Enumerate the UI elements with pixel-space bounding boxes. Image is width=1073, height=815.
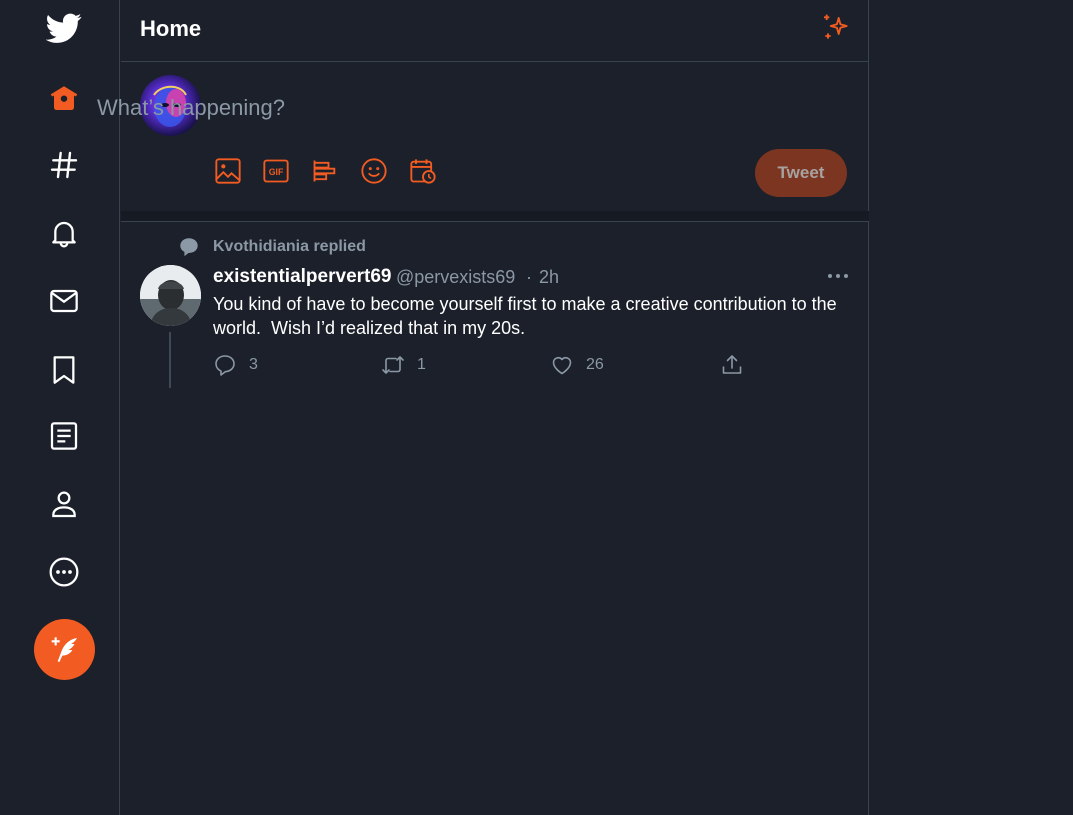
nav-explore[interactable] [32, 137, 96, 193]
bell-icon [52, 221, 76, 248]
schedule-icon[interactable] [409, 157, 437, 185]
envelope-icon [50, 289, 78, 313]
nav-lists[interactable] [32, 408, 96, 464]
retweet-button[interactable]: 1 [381, 351, 426, 379]
feather-plus-icon [51, 636, 77, 662]
svg-text:GIF: GIF [269, 167, 284, 177]
reply-count: 3 [249, 356, 258, 373]
speech-bubble-icon [180, 238, 198, 257]
compose-input[interactable] [95, 91, 699, 125]
retweet-count: 1 [417, 356, 426, 373]
hashtag-icon [50, 151, 78, 179]
home-icon [50, 86, 78, 110]
twitter-logo[interactable] [32, 0, 96, 56]
sparkle-icon[interactable] [820, 12, 852, 44]
share-icon [722, 355, 742, 374]
more-circle-icon [49, 557, 79, 587]
reply-icon [215, 355, 235, 376]
bird-icon [46, 13, 82, 43]
separator-dot: · [526, 267, 532, 287]
person-icon [52, 491, 76, 518]
nav-home[interactable] [32, 70, 96, 126]
like-count: 26 [586, 356, 604, 373]
gif-icon[interactable]: GIF [262, 157, 290, 185]
emoji-icon[interactable] [360, 157, 388, 185]
nav-notifications[interactable] [32, 205, 96, 261]
nav-bookmarks[interactable] [32, 342, 96, 398]
timeline-divider [121, 211, 869, 222]
poll-icon[interactable] [311, 157, 339, 185]
author-avatar-image [140, 265, 201, 326]
like-button[interactable]: 26 [550, 351, 604, 379]
tweet-button[interactable]: Tweet [755, 149, 847, 197]
nav-more[interactable] [32, 544, 96, 600]
author-handle[interactable]: @pervexists69 [396, 267, 515, 288]
list-icon [50, 422, 78, 450]
bookmark-icon [53, 356, 75, 384]
more-horizontal-icon[interactable] [826, 266, 850, 286]
retweet-icon [382, 356, 404, 374]
nav-messages[interactable] [32, 273, 96, 329]
social-context[interactable]: Kvothidiania replied [213, 238, 366, 256]
header: Home [121, 0, 868, 62]
author-display-name[interactable]: existentialpervert69 [213, 266, 392, 288]
image-icon[interactable] [214, 157, 242, 185]
share-button[interactable] [720, 351, 744, 379]
reply-button[interactable]: 3 [213, 351, 258, 379]
page-title: Home [140, 16, 202, 41]
heart-icon [552, 357, 572, 375]
thread-line [169, 332, 171, 388]
compose-tweet-button[interactable] [34, 619, 95, 680]
tweet-text: You kind of have to become yourself firs… [213, 294, 842, 338]
nav-profile[interactable] [32, 476, 96, 532]
tweet-timestamp[interactable]: 2h [539, 267, 559, 288]
tweet-author-avatar[interactable] [140, 265, 201, 326]
